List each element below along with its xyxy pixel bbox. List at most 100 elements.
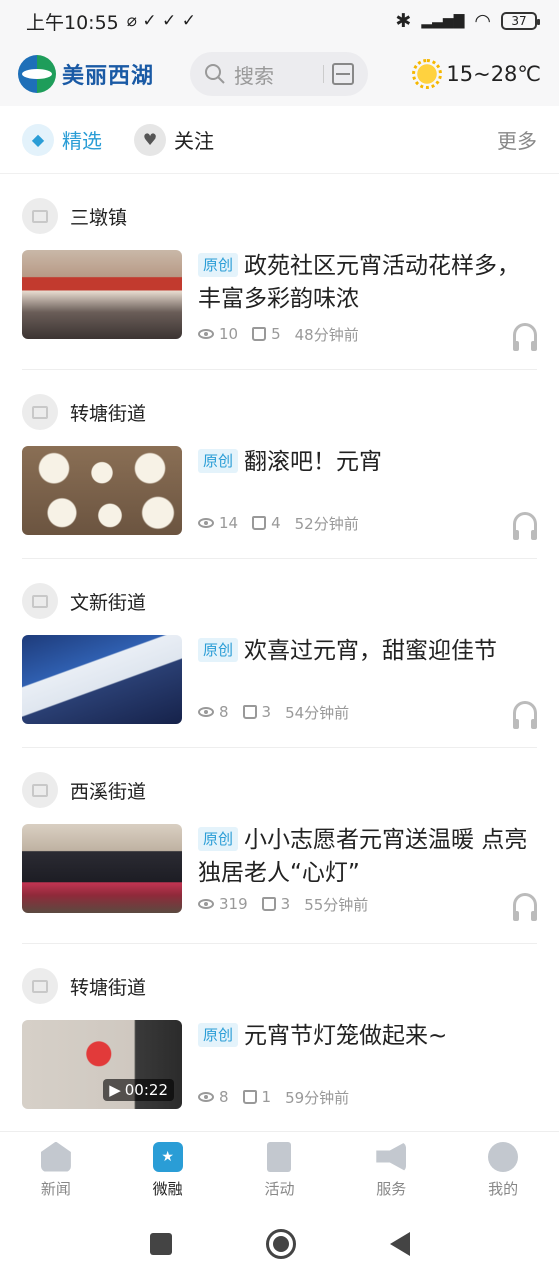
card-title[interactable]: 原创 翻滚吧！元宵 bbox=[198, 446, 537, 479]
bottom-nav: 新闻 ★ 微融 活动 服务 我的 bbox=[0, 1131, 559, 1208]
card-meta: 8 1 59分钟前 bbox=[198, 1085, 537, 1109]
like-count[interactable]: 5 bbox=[252, 325, 281, 343]
nav-micro[interactable]: ★ 微融 bbox=[123, 1141, 213, 1199]
like-count-value: 3 bbox=[261, 703, 272, 721]
scan-icon[interactable] bbox=[332, 63, 355, 85]
status-left: 上午10:55 ⌀ ✓ ✓ ✓ bbox=[26, 8, 196, 35]
headphones-icon[interactable] bbox=[513, 701, 537, 729]
app-logo[interactable]: 美丽西湖 bbox=[18, 55, 154, 93]
feed-card[interactable]: 转塘街道 原创 翻滚吧！元宵 14 4 52分钟前 bbox=[22, 370, 537, 559]
image-placeholder-icon bbox=[32, 594, 48, 608]
source-name: 转塘街道 bbox=[70, 402, 147, 425]
search-placeholder: 搜索 bbox=[234, 63, 275, 88]
card-title-text: 欢喜过元宵，甜蜜迎佳节 bbox=[244, 638, 498, 664]
nav-activity[interactable]: 活动 bbox=[234, 1141, 324, 1199]
card-body: 原创 欢喜过元宵，甜蜜迎佳节 8 3 54分钟前 bbox=[22, 635, 537, 729]
back-icon[interactable] bbox=[389, 1232, 410, 1256]
view-count-value: 10 bbox=[219, 325, 239, 343]
source-name: 西溪街道 bbox=[70, 780, 147, 803]
card-title[interactable]: 原创 政苑社区元宵活动花样多，丰富多彩韵味浓 bbox=[198, 250, 537, 316]
card-source[interactable]: 西溪街道 bbox=[22, 768, 537, 812]
nav-service[interactable]: 服务 bbox=[346, 1141, 436, 1199]
headphones-icon[interactable] bbox=[513, 323, 537, 351]
notification-icons: ⌀ ✓ ✓ ✓ bbox=[126, 11, 196, 31]
like-count[interactable]: 4 bbox=[252, 514, 281, 532]
nav-mine[interactable]: 我的 bbox=[458, 1141, 548, 1199]
view-count-value: 8 bbox=[219, 1088, 229, 1106]
thumbs-up-icon bbox=[252, 516, 267, 530]
search-icon bbox=[205, 64, 225, 84]
card-body: ▶ 00:22 原创 元宵节灯笼做起来~ 8 1 59分钟前 bbox=[22, 1020, 537, 1109]
thumbs-up-icon bbox=[242, 1090, 257, 1104]
news-feed: 三墩镇 原创 政苑社区元宵活动花样多，丰富多彩韵味浓 10 5 48分钟前 转塘街… bbox=[0, 174, 559, 1131]
nav-news-label: 新闻 bbox=[40, 1179, 71, 1198]
home-button-icon[interactable] bbox=[265, 1229, 296, 1259]
profile-icon bbox=[488, 1141, 519, 1172]
source-avatar bbox=[22, 198, 58, 234]
battery-icon: 37 bbox=[501, 12, 540, 30]
view-count-value: 319 bbox=[219, 895, 248, 913]
image-placeholder-icon bbox=[32, 405, 48, 419]
card-title-text: 元宵节灯笼做起来~ bbox=[244, 1023, 448, 1049]
feed-card[interactable]: 转塘街道 ▶ 00:22 原创 元宵节灯笼做起来~ 8 1 59分钟前 bbox=[22, 944, 537, 1131]
like-count[interactable]: 3 bbox=[261, 895, 290, 913]
card-body: 原创 小小志愿者元宵送温暖 点亮独居老人“心灯” 319 3 55分钟前 bbox=[22, 824, 537, 921]
nav-service-label: 服务 bbox=[376, 1179, 407, 1198]
tab-featured[interactable]: ◆ 精选 bbox=[22, 123, 102, 156]
like-count-value: 4 bbox=[271, 514, 281, 532]
recent-apps-icon[interactable] bbox=[149, 1233, 172, 1255]
document-icon bbox=[267, 1141, 292, 1172]
card-meta: 14 4 52分钟前 bbox=[198, 511, 537, 540]
thumbs-up-icon bbox=[242, 705, 257, 719]
card-thumbnail[interactable] bbox=[22, 446, 182, 535]
video-duration-badge: ▶ 00:22 bbox=[103, 1079, 174, 1101]
view-count: 10 bbox=[198, 325, 238, 343]
card-source[interactable]: 转塘街道 bbox=[22, 964, 537, 1008]
view-count-value: 14 bbox=[219, 514, 239, 532]
feed-card[interactable]: 三墩镇 原创 政苑社区元宵活动花样多，丰富多彩韵味浓 10 5 48分钟前 bbox=[22, 174, 537, 370]
system-nav-bar bbox=[0, 1208, 559, 1280]
card-thumbnail[interactable] bbox=[22, 824, 182, 913]
thumbs-up-icon bbox=[252, 327, 267, 341]
source-name: 转塘街道 bbox=[70, 976, 147, 999]
weather-widget[interactable]: 15~28℃ bbox=[412, 59, 541, 89]
eye-icon bbox=[198, 518, 214, 528]
view-count: 8 bbox=[198, 1088, 229, 1106]
card-thumbnail[interactable] bbox=[22, 635, 182, 724]
feed-card[interactable]: 西溪街道 原创 小小志愿者元宵送温暖 点亮独居老人“心灯” 319 3 55分钟前 bbox=[22, 748, 537, 944]
view-count: 8 bbox=[198, 703, 229, 721]
card-source[interactable]: 文新街道 bbox=[22, 579, 537, 623]
card-source[interactable]: 转塘街道 bbox=[22, 390, 537, 434]
headphones-icon[interactable] bbox=[513, 893, 537, 921]
status-bar: 上午10:55 ⌀ ✓ ✓ ✓ ✱ ▂▃▅▇ ◠ 37 bbox=[0, 0, 559, 42]
headphones-icon[interactable] bbox=[513, 512, 537, 540]
nav-news[interactable]: 新闻 bbox=[11, 1141, 101, 1199]
like-count[interactable]: 1 bbox=[242, 1088, 272, 1106]
original-badge: 原创 bbox=[198, 1023, 239, 1047]
source-avatar bbox=[22, 968, 58, 1004]
eye-icon bbox=[198, 707, 214, 717]
thumbs-up-icon bbox=[261, 897, 276, 911]
like-count-value: 1 bbox=[261, 1088, 272, 1106]
tab-follow[interactable]: ♥ 关注 bbox=[134, 123, 214, 156]
like-count[interactable]: 3 bbox=[242, 703, 272, 721]
card-thumbnail[interactable] bbox=[22, 250, 182, 339]
bluetooth-icon: ✱ bbox=[395, 10, 412, 32]
search-input[interactable]: 搜索 bbox=[190, 52, 369, 96]
source-avatar bbox=[22, 394, 58, 430]
card-title-text: 政苑社区元宵活动花样多，丰富多彩韵味浓 bbox=[198, 253, 521, 312]
card-title[interactable]: 原创 元宵节灯笼做起来~ bbox=[198, 1020, 537, 1053]
card-source[interactable]: 三墩镇 bbox=[22, 194, 537, 238]
nav-mine-label: 我的 bbox=[488, 1179, 519, 1198]
eye-icon bbox=[198, 899, 214, 909]
original-badge: 原创 bbox=[198, 449, 239, 473]
eye-icon bbox=[198, 329, 214, 339]
feed-card[interactable]: 文新街道 原创 欢喜过元宵，甜蜜迎佳节 8 3 54分钟前 bbox=[22, 559, 537, 748]
weather-temperature: 15~28℃ bbox=[446, 62, 541, 86]
more-button[interactable]: 更多 bbox=[497, 125, 537, 154]
card-title[interactable]: 原创 小小志愿者元宵送温暖 点亮独居老人“心灯” bbox=[198, 824, 537, 890]
publish-time: 54分钟前 bbox=[285, 703, 350, 722]
card-title[interactable]: 原创 欢喜过元宵，甜蜜迎佳节 bbox=[198, 635, 537, 668]
card-thumbnail[interactable]: ▶ 00:22 bbox=[22, 1020, 182, 1109]
nav-activity-label: 活动 bbox=[264, 1179, 295, 1198]
